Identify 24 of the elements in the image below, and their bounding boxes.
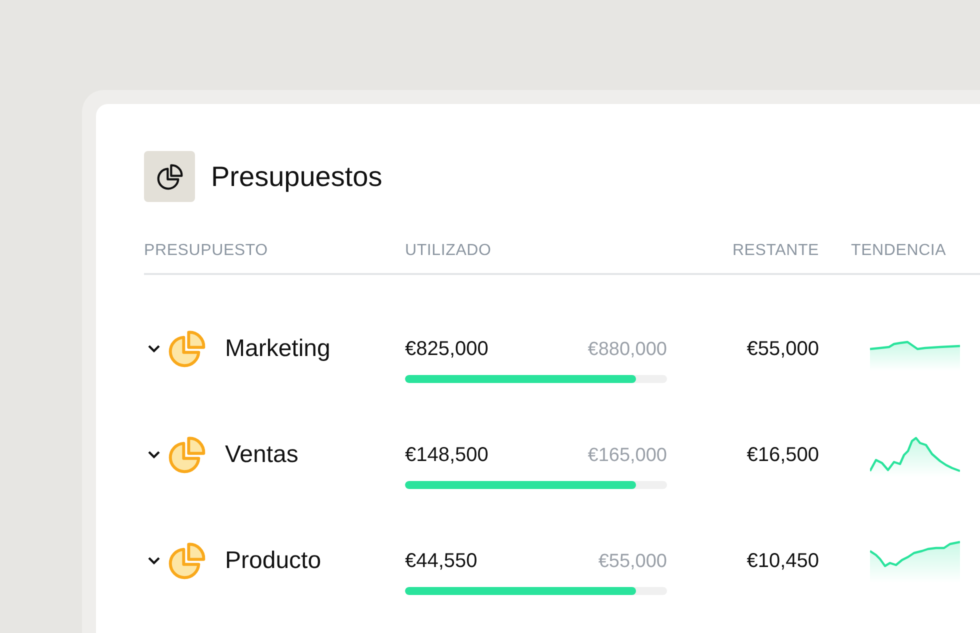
budget-name: Marketing bbox=[225, 335, 330, 363]
page-title: Presupuestos bbox=[211, 160, 382, 192]
used-amount: €825,000 bbox=[405, 338, 488, 360]
chevron-down-icon[interactable] bbox=[147, 556, 161, 566]
used-amount: €148,500 bbox=[405, 444, 488, 466]
total-amount: €880,000 bbox=[588, 338, 667, 360]
pie-chart-icon bbox=[167, 435, 207, 475]
pie-chart-icon bbox=[144, 151, 195, 202]
column-header: UTILIZADO bbox=[405, 242, 492, 260]
budget-name: Producto bbox=[225, 547, 322, 575]
total-amount: €165,000 bbox=[588, 444, 667, 466]
budget-name: Ventas bbox=[225, 441, 298, 469]
column-header: RESTANTE bbox=[731, 242, 819, 260]
column-header: TENDENCIA bbox=[851, 242, 948, 260]
remaining-amount: €10,450 bbox=[746, 550, 819, 572]
pie-chart-icon bbox=[167, 541, 207, 581]
remaining-amount: €55,000 bbox=[746, 338, 819, 360]
remaining-amount: €16,500 bbox=[746, 444, 819, 466]
pie-chart-icon bbox=[167, 329, 207, 369]
chevron-down-icon[interactable] bbox=[147, 450, 161, 460]
total-amount: €55,000 bbox=[598, 550, 667, 572]
column-header: PRESUPUESTO bbox=[144, 242, 269, 260]
used-amount: €44,550 bbox=[405, 550, 478, 572]
chevron-down-icon[interactable] bbox=[147, 344, 161, 354]
